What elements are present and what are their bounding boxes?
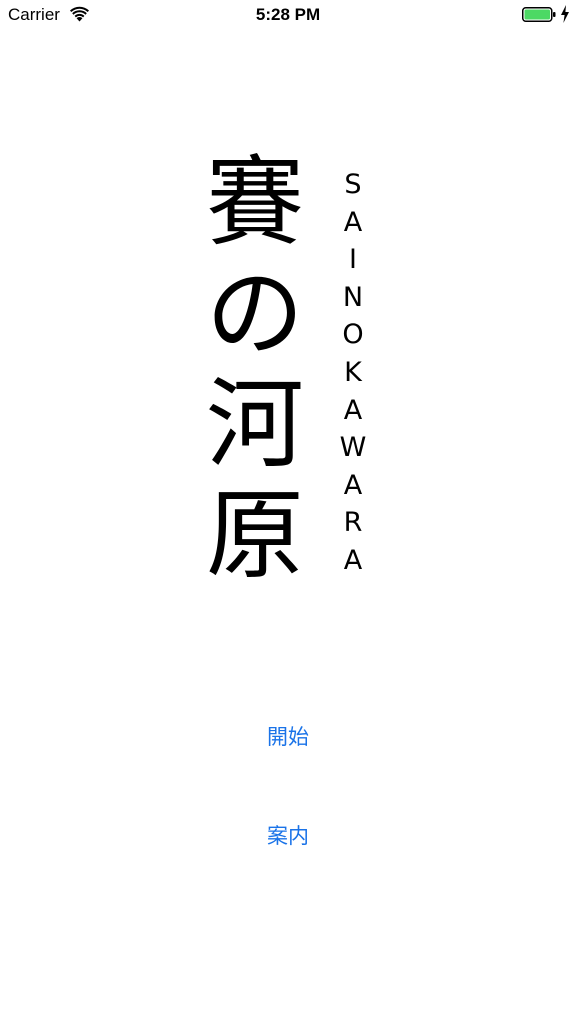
charging-bolt-icon — [561, 5, 569, 23]
title-romaji: S A I N O K A W A R A — [332, 166, 374, 580]
title-romaji-letter: R — [343, 507, 363, 539]
title-romaji-letter: O — [342, 319, 364, 351]
title-kanji-char: 原 — [205, 479, 304, 593]
battery-icon — [522, 7, 556, 22]
title-romaji-letter: A — [343, 469, 363, 501]
title-romaji-letter: W — [339, 432, 367, 464]
title-romaji-letter: A — [343, 544, 363, 576]
title-kanji-char: 河 — [205, 368, 304, 482]
guide-button[interactable]: 案内 — [188, 816, 388, 856]
start-button[interactable]: 開始 — [188, 717, 388, 757]
title-romaji-letter: I — [349, 244, 357, 276]
title-romaji-letter: N — [342, 281, 364, 313]
title-romaji-letter: A — [343, 394, 363, 426]
title-romaji-letter: S — [344, 169, 362, 200]
title-kanji-char: の — [205, 257, 304, 371]
title-kanji-char: 賽 — [205, 146, 304, 260]
status-bar: Carrier 5:28 PM — [0, 0, 576, 30]
title-romaji-letter: K — [344, 356, 362, 388]
title-kanji: 賽 の 河 原 — [200, 148, 310, 592]
status-time: 5:28 PM — [255, 5, 321, 24]
title-romaji-letter: A — [343, 206, 363, 238]
